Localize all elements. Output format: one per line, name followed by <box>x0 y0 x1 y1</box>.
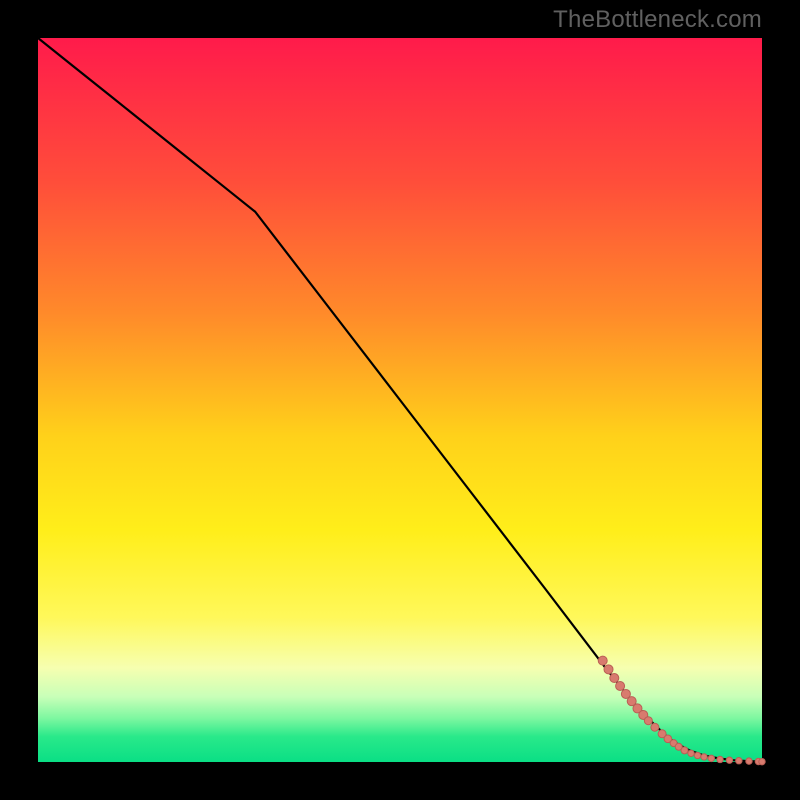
data-marker <box>681 747 688 754</box>
data-marker <box>717 756 723 762</box>
data-marker <box>759 758 765 764</box>
chart-frame: TheBottleneck.com <box>0 0 800 800</box>
data-marker <box>726 757 732 763</box>
data-marker <box>604 665 613 674</box>
data-marker <box>708 755 714 761</box>
data-marker <box>616 681 625 690</box>
data-marker <box>644 717 652 725</box>
data-marker <box>610 674 619 683</box>
data-marker <box>688 750 694 756</box>
chart-overlay <box>38 38 762 762</box>
data-marker <box>746 758 752 764</box>
data-marker <box>651 723 659 731</box>
data-marker <box>701 754 707 760</box>
data-marker <box>736 758 742 764</box>
bottleneck-curve <box>38 38 762 762</box>
data-marker <box>598 656 607 665</box>
data-marker <box>694 752 700 758</box>
source-attribution: TheBottleneck.com <box>553 6 762 34</box>
